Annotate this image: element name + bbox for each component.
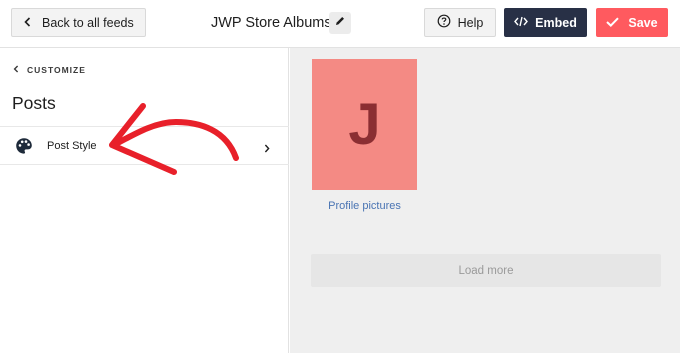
section-heading: Posts <box>12 93 56 113</box>
profile-pictures-link[interactable]: Profile pictures <box>312 200 417 212</box>
customize-breadcrumb[interactable]: CUSTOMIZE <box>13 65 86 75</box>
pencil-icon <box>334 14 346 32</box>
save-button[interactable]: Save <box>596 8 668 37</box>
post-style-label: Post Style <box>47 140 97 152</box>
help-label: Help <box>457 15 484 30</box>
help-button[interactable]: Help <box>424 8 496 37</box>
save-label: Save <box>628 15 658 30</box>
back-to-feeds-label: Back to all feeds <box>42 15 134 30</box>
palette-icon <box>15 137 33 160</box>
embed-button[interactable]: Embed <box>504 8 587 37</box>
checkmark-icon <box>606 16 620 30</box>
feed-preview: J Profile pictures Load more <box>290 48 680 353</box>
top-bar: Back to all feeds JWP Store Albums Help … <box>0 0 680 48</box>
chevron-left-icon <box>13 65 19 75</box>
load-more-label: Load more <box>458 264 514 277</box>
profile-picture-tile[interactable]: J <box>312 59 417 190</box>
profile-initial: J <box>348 92 381 157</box>
feed-title: JWP Store Albums <box>211 15 332 31</box>
sidebar-item-post-style[interactable]: Post Style <box>0 126 289 165</box>
code-icon <box>514 16 529 30</box>
chevron-right-icon <box>264 140 270 158</box>
chevron-left-icon <box>24 16 31 30</box>
customize-label: CUSTOMIZE <box>27 65 86 75</box>
back-to-feeds-button[interactable]: Back to all feeds <box>11 8 146 37</box>
load-more-button[interactable]: Load more <box>311 254 661 287</box>
question-circle-icon <box>437 14 451 31</box>
customizer-sidebar: CUSTOMIZE Posts Post Style <box>0 48 289 353</box>
embed-label: Embed <box>535 15 577 30</box>
edit-title-button[interactable] <box>329 12 351 34</box>
